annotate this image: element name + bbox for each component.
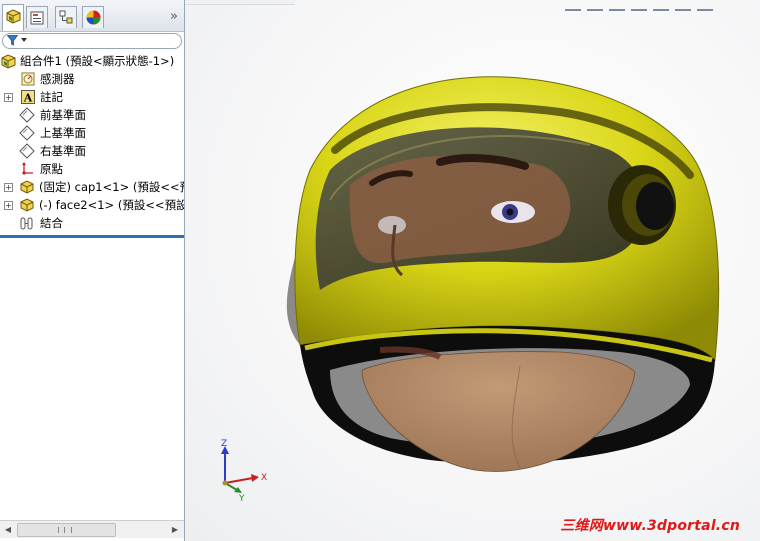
panel-splitter-bar[interactable]	[0, 235, 184, 238]
tree-item-cap1[interactable]: + (固定) cap1<1> (預設<<預	[0, 178, 184, 196]
tree-item-label: 原點	[40, 162, 63, 176]
annotation-icon: A	[21, 90, 35, 105]
sensor-icon	[21, 72, 35, 86]
triad-y-label: Y	[238, 494, 245, 503]
filter-icon	[7, 35, 18, 46]
horizontal-scrollbar[interactable]: ◀ ▶	[0, 520, 184, 538]
propertymanager-icon	[30, 11, 44, 25]
featuremanager-tab[interactable]	[2, 4, 24, 31]
configurationmanager-icon	[59, 10, 73, 24]
tree-item-sensors[interactable]: 感測器	[0, 70, 184, 88]
tree-item-label: 結合	[40, 216, 63, 230]
tree-root-label: 組合件1 (預設<顯示狀態-1>)	[20, 54, 175, 68]
part-icon	[20, 198, 34, 212]
plane-icon	[19, 107, 35, 123]
tree-item-face2[interactable]: + (-) face2<1> (預設<<預設	[0, 196, 184, 214]
tree-item-annotations[interactable]: + A 註記	[0, 88, 184, 106]
part-icon	[20, 180, 34, 194]
coordinate-triad: Z X Y	[221, 439, 267, 503]
graphics-viewport[interactable]: Z X Y 三维网www.3dportal.cn	[185, 0, 760, 541]
site-watermark: 三维网www.3dportal.cn	[560, 518, 740, 534]
eye-left	[378, 216, 406, 234]
tree-item-label: 感測器	[40, 72, 75, 86]
displaymanager-tab[interactable]	[82, 6, 104, 28]
tree-item-label: 前基準面	[40, 108, 86, 122]
expand-panel-chevron-icon[interactable]: »	[170, 9, 178, 24]
filter-dropdown-arrow-icon[interactable]	[21, 38, 27, 42]
origin-icon	[22, 162, 33, 175]
scroll-right-arrow-icon[interactable]: ▶	[168, 523, 182, 536]
helmet-vent-hole	[636, 182, 674, 230]
expand-plus-icon[interactable]: +	[4, 201, 13, 210]
svg-text:A: A	[23, 92, 33, 105]
plane-icon	[19, 125, 35, 141]
tree-item-right-plane[interactable]: 右基準面	[0, 142, 184, 160]
tree-item-origin[interactable]: 原點	[0, 160, 184, 178]
tree-root-assembly[interactable]: 組合件1 (預設<顯示狀態-1>)	[0, 52, 184, 70]
tree-item-label: 註記	[40, 90, 63, 104]
tree-item-label: (固定) cap1<1> (預設<<預	[39, 180, 184, 194]
displaymanager-icon	[86, 10, 101, 25]
feature-manager-panel: » 組合件1 (預設<顯示狀態-1>) 感測器 + A 註記 前基準面 上基準面…	[0, 0, 185, 541]
triad-z-label: Z	[221, 439, 227, 449]
tree-item-label: 右基準面	[40, 144, 86, 158]
triad-x-label: X	[261, 473, 267, 483]
scrollbar-thumb[interactable]	[17, 523, 116, 537]
mates-icon	[20, 217, 33, 230]
scroll-left-arrow-icon[interactable]: ◀	[1, 523, 15, 536]
tree-item-label: (-) face2<1> (預設<<預設	[39, 198, 184, 212]
tree-item-top-plane[interactable]: 上基準面	[0, 124, 184, 142]
expand-plus-icon[interactable]: +	[4, 183, 13, 192]
feature-tree: 組合件1 (預設<顯示狀態-1>) 感測器 + A 註記 前基準面 上基準面 右…	[0, 52, 184, 232]
tree-filter-input[interactable]	[2, 33, 182, 49]
propertymanager-tab[interactable]	[26, 6, 48, 28]
assembly-icon	[1, 54, 16, 69]
tree-item-mates[interactable]: 結合	[0, 214, 184, 232]
configurationmanager-tab[interactable]	[55, 6, 77, 28]
plane-icon	[19, 143, 35, 159]
eye-right-pupil	[506, 208, 514, 216]
tree-item-front-plane[interactable]: 前基準面	[0, 106, 184, 124]
expand-plus-icon[interactable]: +	[4, 93, 13, 102]
featuremanager-icon	[6, 9, 21, 24]
panel-tab-bar: »	[0, 0, 184, 32]
tree-item-label: 上基準面	[40, 126, 86, 140]
